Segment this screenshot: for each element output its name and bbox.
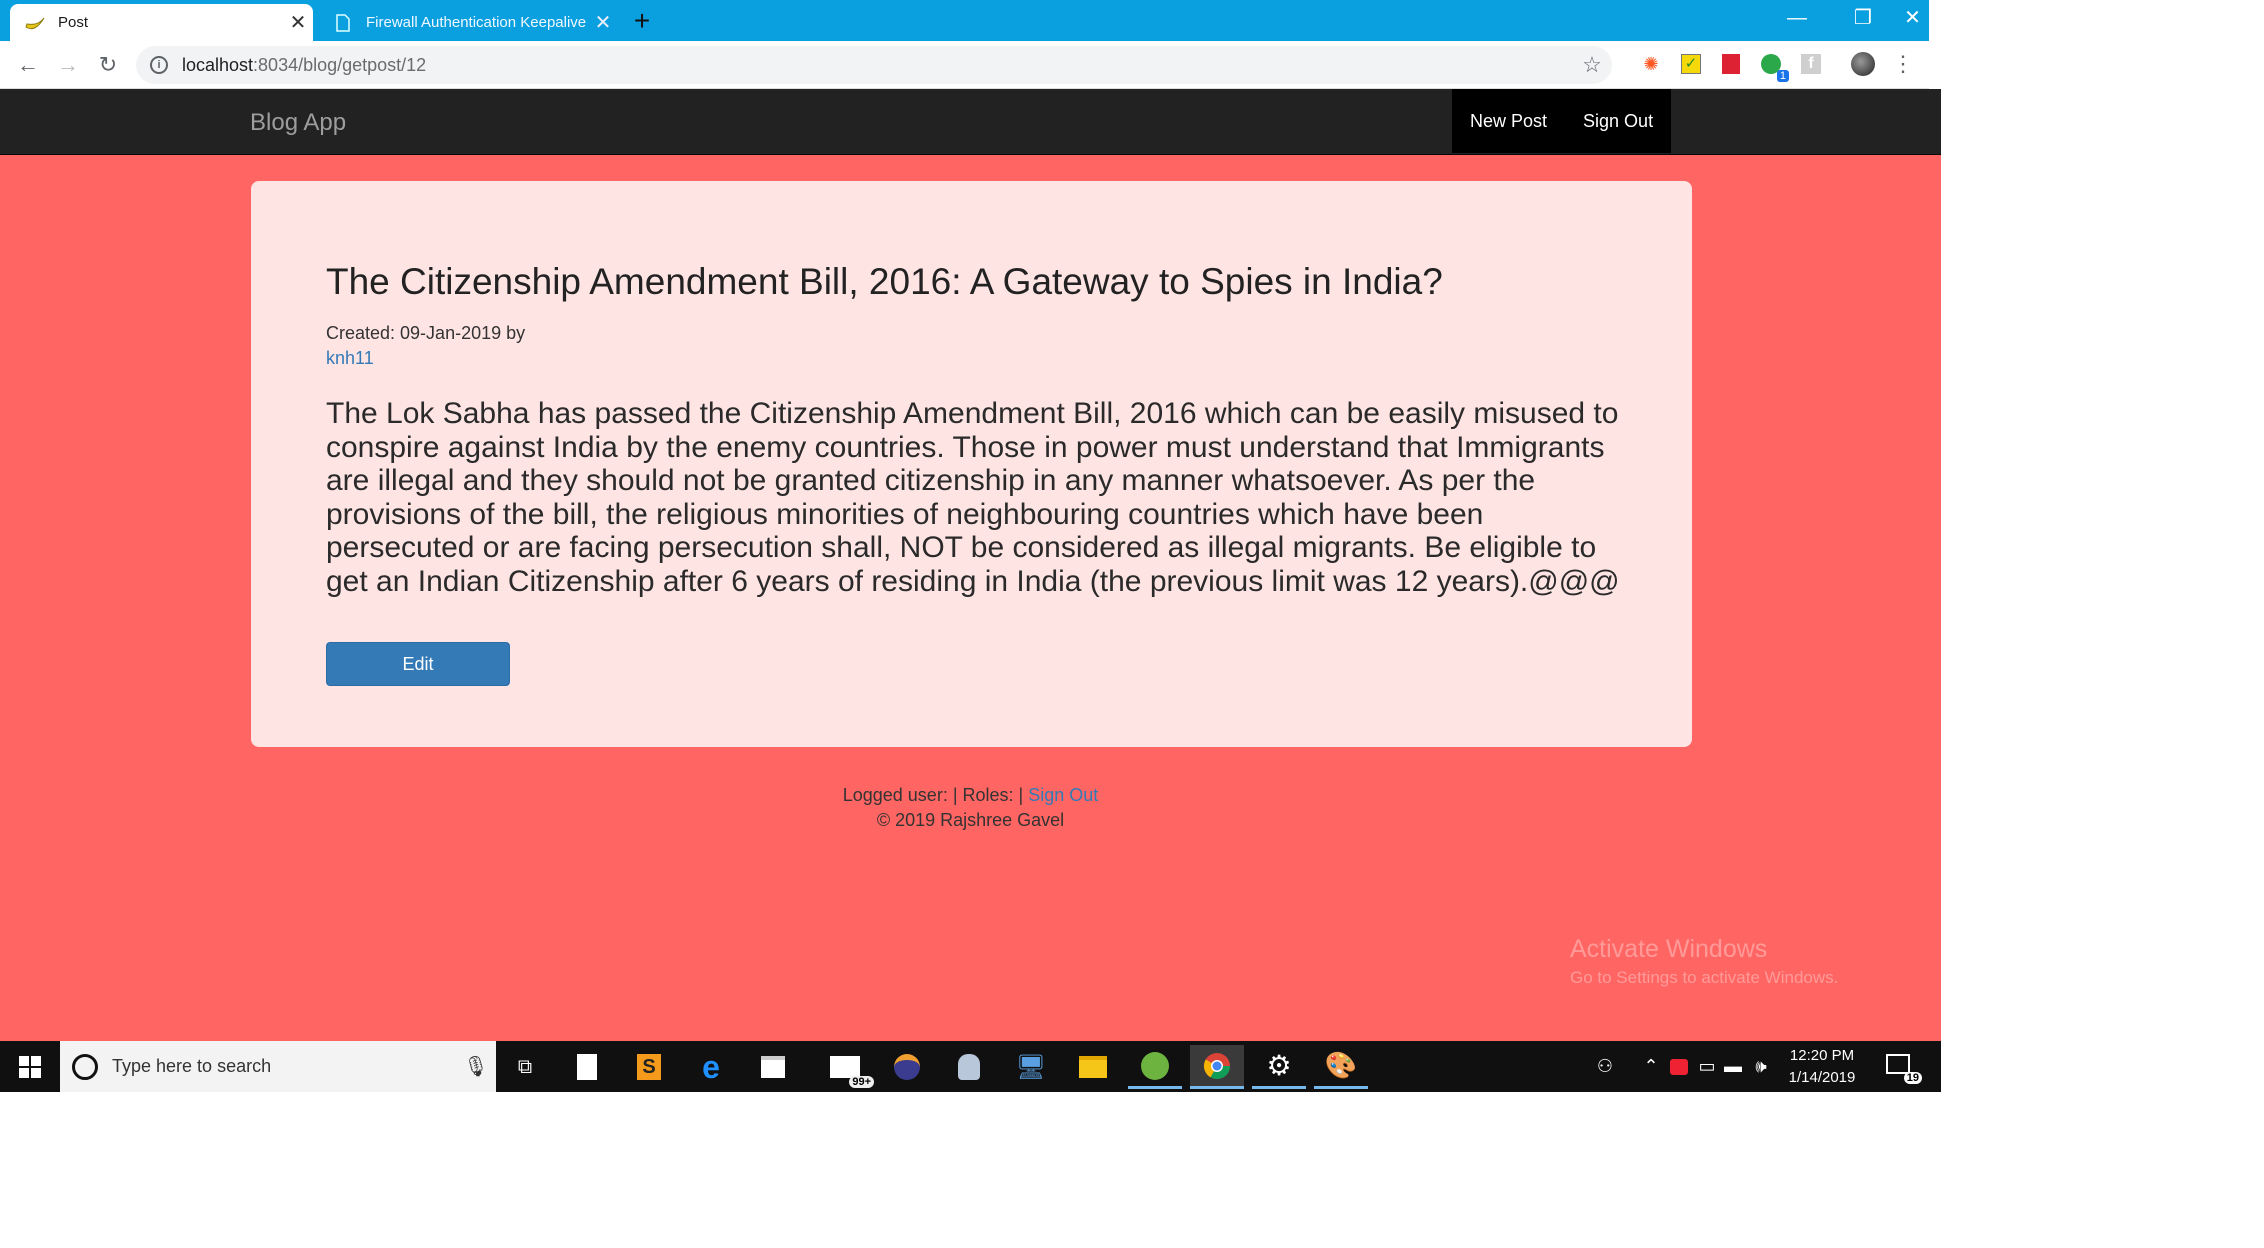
back-arrow-icon[interactable]: ← xyxy=(12,49,44,81)
nav-links: New Post Sign Out xyxy=(1452,89,1672,153)
red-square-icon[interactable] xyxy=(1718,51,1744,77)
menu-dots-icon[interactable]: ⋮ xyxy=(1890,51,1916,77)
paint-icon[interactable]: 🎨 xyxy=(1314,1045,1368,1089)
settings-gear-icon[interactable]: ⚙ xyxy=(1252,1045,1306,1089)
browser-toolbar: ← → ↻ i localhost:8034/blog/getpost/12 ☆… xyxy=(0,41,1929,89)
store-icon[interactable] xyxy=(746,1045,800,1089)
sign-out-link[interactable]: Sign Out xyxy=(1565,89,1671,153)
green-badge-icon[interactable]: 1 xyxy=(1758,51,1789,82)
file-explorer-icon[interactable] xyxy=(1066,1045,1120,1089)
chevron-up-icon[interactable]: ⌃ xyxy=(1638,1041,1664,1092)
logged-user-text: Logged user: | Roles: | xyxy=(842,785,1029,805)
author-link[interactable]: knh11 xyxy=(326,348,374,369)
avatar-icon[interactable] xyxy=(1850,51,1876,77)
reload-icon[interactable]: ↻ xyxy=(92,49,124,81)
watermark-title: Activate Windows xyxy=(1570,935,1768,963)
copyright: © 2019 Rajshree Gavel xyxy=(876,810,1065,830)
address-bar[interactable]: i localhost:8034/blog/getpost/12 ☆ xyxy=(136,46,1612,84)
microphone-icon[interactable]: 🎙 xyxy=(456,1054,496,1079)
close-tab-icon[interactable]: ✕ xyxy=(588,10,618,35)
chrome-icon[interactable] xyxy=(1190,1045,1244,1089)
browser-tabstrip: Post ✕ Firewall Authentication Keepalive… xyxy=(0,0,1929,41)
minimize-icon[interactable]: — xyxy=(1764,0,1830,38)
edit-button[interactable]: Edit xyxy=(326,642,510,686)
network-icon[interactable]: ▭ xyxy=(1694,1041,1720,1092)
volume-icon[interactable]: 🕪 xyxy=(1748,1041,1774,1092)
eclipse-icon[interactable] xyxy=(880,1045,934,1089)
close-tab-icon[interactable]: ✕ xyxy=(283,10,313,35)
database-icon[interactable] xyxy=(942,1045,996,1089)
activation-watermark: Activate Windows Go to Settings to activ… xyxy=(1570,935,1838,988)
notes-yellow-icon[interactable]: ✓ xyxy=(1678,51,1704,77)
puzzle-orange-icon[interactable]: ✺ xyxy=(1638,51,1664,77)
edge-browser-icon[interactable]: e xyxy=(684,1045,738,1089)
clock-time: 12:20 PM xyxy=(1789,1047,1855,1064)
mail-badge: 99+ xyxy=(849,1076,874,1088)
new-tab-button[interactable]: + xyxy=(626,5,658,37)
task-view-icon[interactable]: ⧉ xyxy=(498,1045,552,1089)
bookmark-star-icon[interactable]: ☆ xyxy=(1572,52,1612,78)
taskbar: Type here to search 🎙 ⧉ S e 99+ 🖥 ⚙ 🎨 ⚇ … xyxy=(0,1041,1941,1092)
footer-sign-out-link[interactable]: Sign Out xyxy=(1028,785,1098,805)
info-icon[interactable]: i xyxy=(150,56,168,74)
post-created: Created: 09-Jan-2019 by xyxy=(326,323,526,343)
system-clock[interactable]: 12:20 PM 1/14/2019 xyxy=(1777,1045,1867,1089)
footer-user-info: Logged user: | Roles: | Sign Out xyxy=(0,785,1941,806)
search-placeholder: Type here to search xyxy=(112,1056,272,1076)
page-icon xyxy=(332,12,354,34)
brand-link[interactable]: Blog App xyxy=(250,109,346,137)
notification-badge: 19 xyxy=(1903,1072,1922,1084)
sublime-text-icon[interactable]: S xyxy=(622,1045,676,1089)
forward-arrow-icon[interactable]: → xyxy=(52,49,84,81)
banana-icon xyxy=(24,12,46,34)
spring-tool-icon[interactable] xyxy=(1128,1045,1182,1089)
facebook-icon[interactable]: f xyxy=(1798,51,1824,77)
post-card: The Citizenship Amendment Bill, 2016: A … xyxy=(251,181,1692,747)
url-host: localhost xyxy=(182,54,254,75)
tab-title: Post xyxy=(58,14,89,31)
taskbar-search[interactable]: Type here to search 🎙 xyxy=(60,1041,496,1092)
action-center-icon[interactable]: 19 xyxy=(1886,1050,1922,1084)
restore-icon[interactable]: ❐ xyxy=(1830,0,1896,38)
clock-date: 1/14/2019 xyxy=(1788,1069,1856,1086)
mail-icon[interactable]: 99+ xyxy=(818,1045,874,1089)
url-text[interactable]: localhost:8034/blog/getpost/12 xyxy=(182,55,1572,76)
tab-firewall[interactable]: Firewall Authentication Keepalive ✕ xyxy=(318,4,618,41)
extension-badge: 1 xyxy=(1776,70,1789,82)
site-navbar: Blog App New Post Sign Out xyxy=(0,89,1941,155)
tab-title: Firewall Authentication Keepalive xyxy=(366,14,587,31)
document-icon[interactable] xyxy=(560,1045,614,1089)
antivirus-icon[interactable] xyxy=(1666,1041,1692,1092)
page-content: Blog App New Post Sign Out The Citizensh… xyxy=(0,89,1941,1041)
remote-desktop-icon[interactable]: 🖥 xyxy=(1004,1045,1058,1089)
url-path: :8034/blog/getpost/12 xyxy=(253,54,427,75)
people-icon[interactable]: ⚇ xyxy=(1590,1041,1620,1092)
new-post-link[interactable]: New Post xyxy=(1452,89,1565,153)
close-window-icon[interactable]: ✕ xyxy=(1896,0,1929,38)
post-body: The Lok Sabha has passed the Citizenship… xyxy=(326,397,1620,598)
cortana-icon xyxy=(72,1053,98,1080)
post-title: The Citizenship Amendment Bill, 2016: A … xyxy=(326,261,1443,302)
battery-icon[interactable]: ▬ xyxy=(1720,1041,1746,1092)
tab-post[interactable]: Post ✕ xyxy=(10,4,313,41)
windows-start-icon[interactable] xyxy=(0,1041,60,1092)
watermark-subtitle: Go to Settings to activate Windows. xyxy=(1570,968,1839,987)
